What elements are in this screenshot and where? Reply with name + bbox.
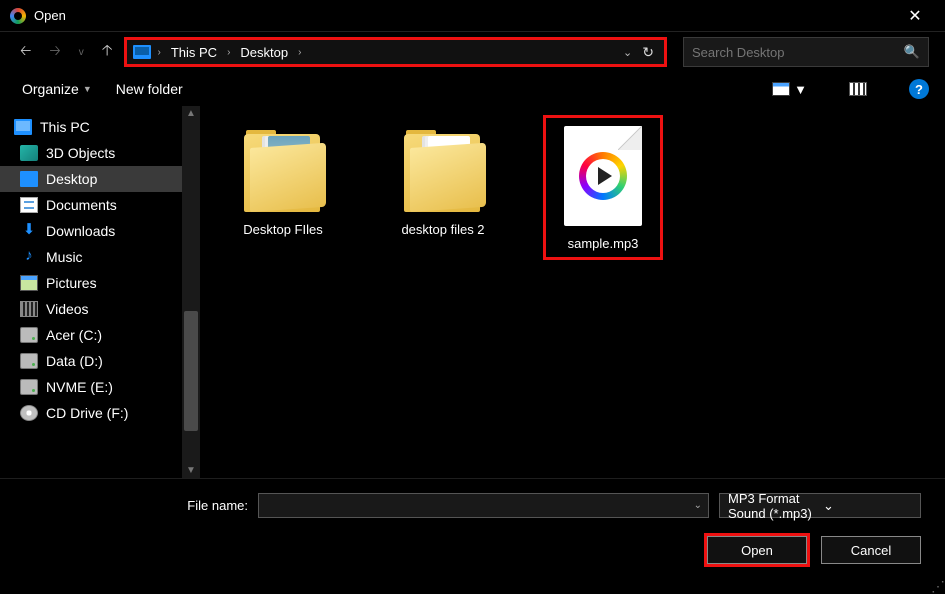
scroll-thumb[interactable] — [184, 311, 198, 431]
tree-label: 3D Objects — [46, 145, 115, 161]
chevron-right-icon[interactable]: › — [225, 47, 232, 58]
preview-pane-icon — [849, 82, 867, 96]
close-button[interactable]: ✕ — [895, 6, 935, 26]
filename-label: File name: — [24, 498, 248, 513]
tree-label: Pictures — [46, 275, 97, 291]
folder-icon — [400, 126, 486, 212]
tree-label: Acer (C:) — [46, 327, 102, 343]
tree-label: Documents — [46, 197, 117, 213]
cancel-button[interactable]: Cancel — [821, 536, 921, 564]
tree-music[interactable]: ♪ Music — [0, 244, 182, 270]
drive-icon — [20, 353, 38, 369]
open-button[interactable]: Open — [707, 536, 807, 564]
drive-icon — [20, 327, 38, 343]
tree-label: This PC — [40, 119, 90, 135]
filetype-dropdown[interactable]: MP3 Format Sound (*.mp3) ⌄ — [719, 493, 921, 518]
chevron-down-icon: ⌄ — [823, 498, 912, 514]
search-box[interactable]: 🔍 — [683, 37, 929, 67]
document-icon — [20, 197, 38, 213]
dialog-footer: File name: ⌄ MP3 Format Sound (*.mp3) ⌄ … — [0, 478, 945, 570]
videos-icon — [20, 301, 38, 317]
up-button[interactable]: 🡡 — [96, 36, 119, 69]
chevron-down-icon: ▼ — [794, 82, 807, 97]
organize-button[interactable]: Organize ▼ — [22, 81, 92, 97]
tree-pictures[interactable]: Pictures — [0, 270, 182, 296]
tree-3d-objects[interactable]: 3D Objects — [0, 140, 182, 166]
tree-documents[interactable]: Documents — [0, 192, 182, 218]
resize-grip[interactable]: ⋰ — [931, 581, 943, 591]
tree-scrollbar[interactable]: ▲ ▼ — [182, 106, 200, 478]
pictures-icon — [20, 275, 38, 291]
organize-label: Organize — [22, 81, 79, 97]
window-title: Open — [34, 8, 895, 23]
toolbar: Organize ▼ New folder ▼ ? — [0, 72, 945, 106]
cube-icon — [20, 145, 38, 161]
nav-row: 🡠 🡢 v 🡡 › This PC › Desktop › ⌄ ↻ 🔍 — [0, 32, 945, 72]
chevron-right-icon[interactable]: › — [155, 47, 162, 58]
breadcrumb-root[interactable]: This PC — [167, 43, 221, 62]
title-bar: Open ✕ — [0, 0, 945, 32]
scroll-down-icon[interactable]: ▼ — [184, 463, 198, 478]
tree-label: Videos — [46, 301, 89, 317]
tree-label: CD Drive (F:) — [46, 405, 128, 421]
tree-label: Data (D:) — [46, 353, 103, 369]
breadcrumb-sub[interactable]: Desktop — [236, 43, 292, 62]
item-label: desktop files 2 — [401, 222, 484, 237]
drive-icon — [20, 379, 38, 395]
play-icon — [598, 167, 612, 185]
file-pane[interactable]: Desktop FIles desktop files 2 sample.mp3 — [200, 106, 945, 478]
item-label: Desktop FIles — [243, 222, 322, 237]
tree-videos[interactable]: Videos — [0, 296, 182, 322]
filename-dropdown[interactable]: ⌄ — [694, 500, 702, 511]
pc-icon — [133, 45, 151, 59]
help-button[interactable]: ? — [909, 79, 929, 99]
tree-label: Desktop — [46, 171, 97, 187]
tree-label: Music — [46, 249, 83, 265]
address-bar[interactable]: › This PC › Desktop › ⌄ ↻ — [124, 37, 667, 67]
download-icon: ⬇ — [20, 223, 38, 239]
scroll-track[interactable] — [182, 121, 200, 463]
refresh-button[interactable]: ↻ — [638, 44, 658, 61]
view-thumbnails-button[interactable]: ▼ — [772, 82, 807, 97]
app-icon — [10, 8, 26, 24]
chevron-right-icon[interactable]: › — [296, 47, 303, 58]
tree-drive-d[interactable]: Data (D:) — [0, 348, 182, 374]
thumbnail-view-icon — [772, 82, 790, 96]
back-button[interactable]: 🡠 — [14, 36, 37, 68]
scroll-up-icon[interactable]: ▲ — [184, 106, 198, 121]
filename-input-wrap[interactable]: ⌄ — [258, 493, 709, 518]
address-dropdown[interactable]: ⌄ — [621, 44, 634, 61]
search-icon[interactable]: 🔍 — [904, 44, 920, 60]
tree-drive-c[interactable]: Acer (C:) — [0, 322, 182, 348]
nav-tree: This PC 3D Objects Desktop Documents ⬇ Do… — [0, 106, 182, 478]
folder-item[interactable]: desktop files 2 — [384, 122, 502, 241]
chevron-down-icon: ▼ — [83, 84, 92, 94]
tree-desktop[interactable]: Desktop — [0, 166, 182, 192]
forward-button[interactable]: 🡢 — [43, 36, 66, 68]
tree-cd-drive[interactable]: CD Drive (F:) — [0, 400, 182, 426]
tree-label: NVME (E:) — [46, 379, 113, 395]
tree-downloads[interactable]: ⬇ Downloads — [0, 218, 182, 244]
disc-icon — [20, 405, 38, 421]
view-preview-button[interactable] — [849, 82, 867, 96]
filename-input[interactable] — [265, 498, 694, 513]
desktop-icon — [20, 171, 38, 187]
music-icon: ♪ — [20, 249, 38, 265]
item-label: sample.mp3 — [568, 236, 639, 251]
search-input[interactable] — [692, 45, 904, 60]
tree-drive-e[interactable]: NVME (E:) — [0, 374, 182, 400]
pc-icon — [14, 119, 32, 135]
folder-item[interactable]: Desktop FIles — [224, 122, 342, 241]
filetype-label: MP3 Format Sound (*.mp3) — [728, 491, 817, 521]
audio-file-icon — [564, 126, 642, 226]
tree-this-pc[interactable]: This PC — [0, 114, 182, 140]
tree-label: Downloads — [46, 223, 115, 239]
file-item-selected[interactable]: sample.mp3 — [544, 116, 662, 259]
folder-icon — [240, 126, 326, 212]
recent-dropdown[interactable]: v — [73, 43, 90, 62]
new-folder-button[interactable]: New folder — [116, 81, 183, 97]
